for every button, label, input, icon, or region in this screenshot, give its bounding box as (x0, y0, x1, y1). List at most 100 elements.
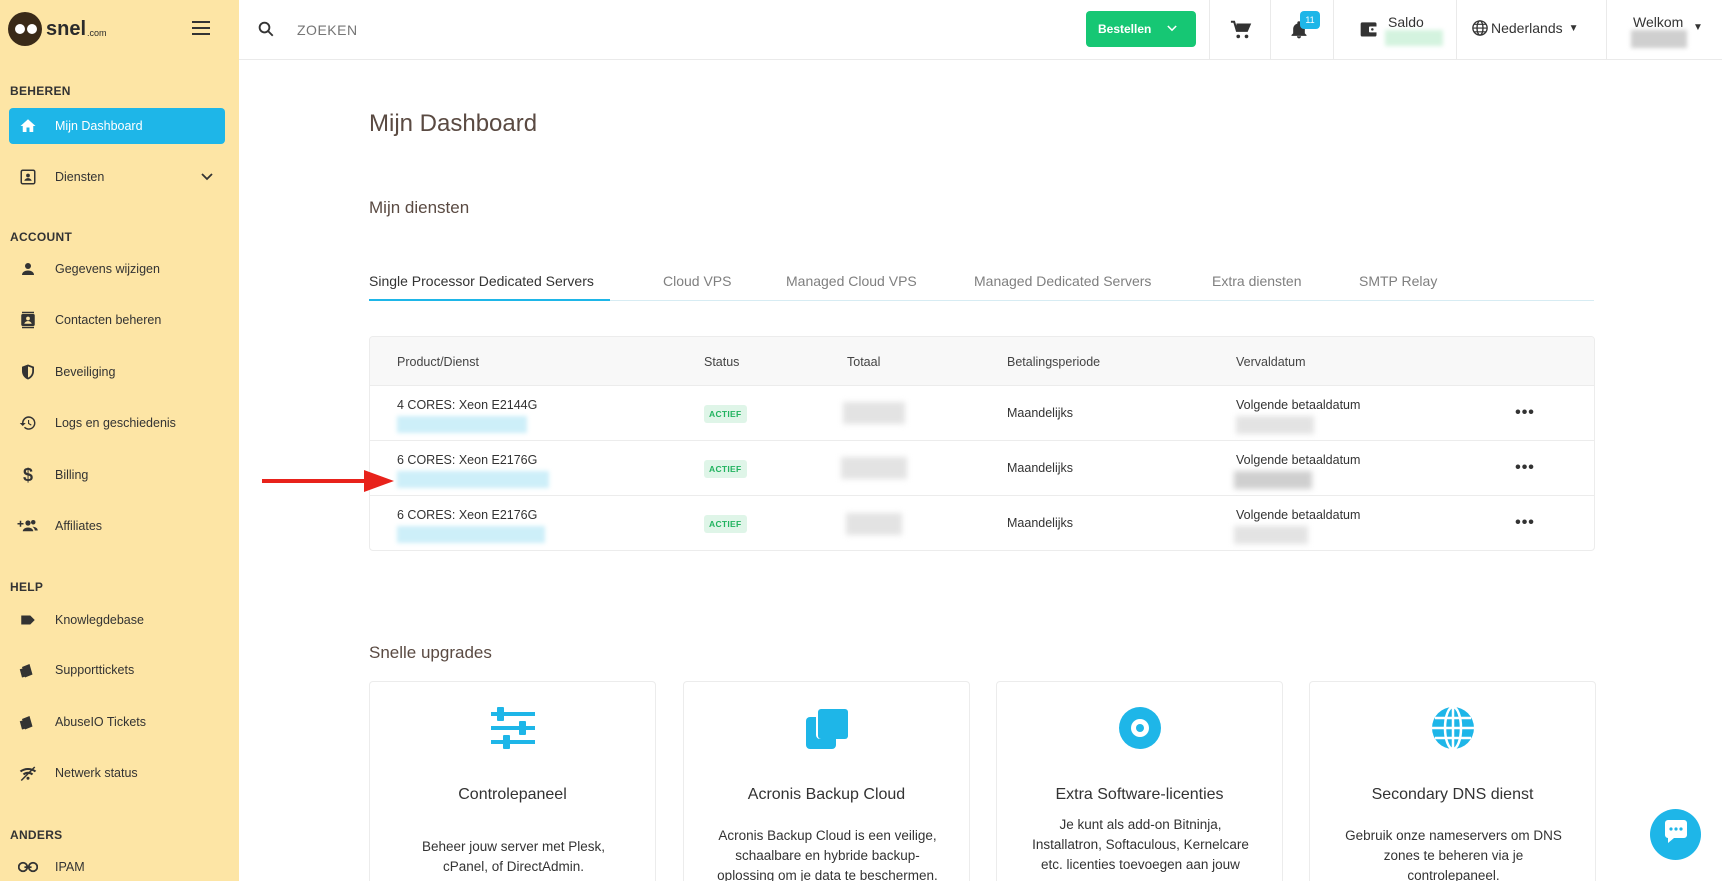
user-menu[interactable]: Welkom (1633, 14, 1683, 30)
label-icon (17, 609, 39, 631)
more-options-icon[interactable]: ••• (1512, 400, 1538, 426)
product-name[interactable]: 6 CORES: Xeon E2176G (397, 508, 537, 522)
card-description: Beheer jouw server met Plesk, (421, 839, 606, 854)
sidebar-item-label: Diensten (55, 170, 105, 184)
red-arrow-annotation (262, 470, 394, 492)
disc-icon (1116, 704, 1164, 752)
column-header: Vervaldatum (1236, 355, 1306, 369)
caret-down-icon: ▼ (1568, 22, 1579, 34)
notification-badge: 11 (1300, 11, 1320, 29)
globe-icon (1471, 19, 1489, 37)
sidebar-item-knowledgebase[interactable]: Knowlegdebase (9, 602, 225, 638)
divider (1270, 0, 1271, 60)
sidebar-item-supporttickets[interactable]: Supporttickets (9, 652, 225, 688)
saldo-label[interactable]: Saldo (1388, 14, 1424, 30)
product-name[interactable]: 4 CORES: Xeon E2144G (397, 398, 537, 412)
dollar-icon: $ (22, 464, 33, 485)
total-redacted (846, 513, 902, 535)
card-description: zones te beheren via je (1383, 848, 1524, 863)
upgrade-card-acronis[interactable]: Acronis Backup Cloud Acronis Backup Clou… (683, 681, 970, 881)
topbar: Bestellen 11 Saldo Nederlands ▼ Welkom ▼ (239, 0, 1722, 60)
services-table: Product/Dienst Status Totaal Betalingspe… (369, 336, 1595, 551)
sidebar-item-gegevens[interactable]: Gegevens wijzigen (9, 251, 225, 287)
divider (1606, 0, 1607, 60)
due-label: Volgende betaaldatum (1236, 398, 1361, 412)
sidebar-item-billing[interactable]: $ Billing (9, 457, 225, 493)
section-title-help: HELP (10, 580, 44, 594)
sidebar-item-abuseio[interactable]: AbuseIO Tickets (9, 704, 225, 740)
card-description: schaalbare en hybride backup- (735, 848, 920, 863)
sidebar-item-label: Mijn Dashboard (55, 119, 143, 133)
brand-name: snel (46, 17, 87, 40)
order-button-label: Bestellen (1098, 22, 1152, 36)
divider (1456, 0, 1457, 60)
sidebar-item-label: Billing (55, 468, 89, 482)
page-title: Mijn Dashboard (369, 110, 538, 137)
menu-toggle-icon[interactable] (192, 21, 210, 35)
sidebar-item-affiliates[interactable]: Affiliates (9, 508, 225, 544)
language-selector[interactable]: Nederlands ▼ (1471, 19, 1579, 37)
table-header: Product/Dienst Status Totaal Betalingspe… (370, 337, 1594, 386)
caret-down-icon[interactable]: ▼ (1693, 22, 1703, 33)
table-row[interactable]: 6 CORES: Xeon E2176G ACTIEF Maandelijks … (370, 496, 1594, 550)
sidebar-item-netwerk[interactable]: Netwerk status (9, 755, 225, 791)
due-date-redacted (1234, 526, 1308, 544)
sidebar-item-logs[interactable]: Logs en geschiedenis (9, 405, 225, 441)
sidebar-item-diensten[interactable]: Diensten (9, 159, 225, 195)
sidebar-item-ipam[interactable]: IPAM (9, 849, 225, 881)
table-row[interactable]: 4 CORES: Xeon E2144G ACTIEF Maandelijks … (370, 386, 1594, 441)
sidebar-item-beveiliging[interactable]: Beveiliging (9, 354, 225, 390)
more-options-icon[interactable]: ••• (1512, 455, 1538, 481)
sidebar-item-label: Gegevens wijzigen (55, 262, 160, 276)
bee-logo-icon (8, 12, 42, 46)
table-row[interactable]: 6 CORES: Xeon E2176G ACTIEF Maandelijks … (370, 441, 1594, 496)
group-add-icon (17, 515, 39, 537)
status-badge: ACTIEF (704, 515, 747, 533)
language-label: Nederlands (1491, 20, 1563, 36)
search-input[interactable] (297, 19, 597, 41)
shield-icon (17, 361, 39, 383)
sidebar-item-label: Affiliates (55, 519, 103, 533)
brand-logo[interactable]: snel .com (8, 12, 107, 46)
product-name[interactable]: 6 CORES: Xeon E2176G (397, 453, 537, 467)
sidebar-item-label: IPAM (55, 860, 85, 874)
tab-smtp-relay[interactable]: SMTP Relay (1359, 273, 1437, 289)
sidebar-item-contacten[interactable]: Contacten beheren (9, 302, 225, 338)
upgrade-card-secondary-dns[interactable]: Secondary DNS dienst Gebruik onze namese… (1309, 681, 1596, 881)
card-description: controlepaneel. (1407, 868, 1500, 881)
chat-button[interactable] (1650, 809, 1701, 860)
sliders-icon (489, 704, 537, 752)
chevron-down-icon[interactable] (201, 170, 213, 184)
order-button[interactable]: Bestellen (1086, 11, 1196, 47)
card-description: etc. licenties toevoegen aan jouw (1041, 857, 1240, 872)
tab-managed-cloud-vps[interactable]: Managed Cloud VPS (786, 273, 917, 289)
sidebar-item-label: Netwerk status (55, 766, 138, 780)
column-header: Betalingsperiode (1007, 355, 1101, 369)
section-title-beheren: BEHEREN (10, 84, 71, 98)
tab-cloud-vps[interactable]: Cloud VPS (663, 273, 731, 289)
sidebar-item-label: Supporttickets (55, 663, 135, 677)
payment-period: Maandelijks (1007, 461, 1074, 475)
wifi-icon (17, 762, 39, 784)
payment-period: Maandelijks (1007, 516, 1074, 530)
tab-managed-dedicated[interactable]: Managed Dedicated Servers (974, 273, 1151, 289)
username-redacted (1631, 30, 1687, 48)
logo-row: snel .com (0, 0, 239, 60)
more-options-icon[interactable]: ••• (1512, 510, 1538, 536)
cart-icon[interactable] (1230, 19, 1252, 41)
tab-extra-diensten[interactable]: Extra diensten (1212, 273, 1302, 289)
upgrade-card-software-licenses[interactable]: Extra Software-licenties Je kunt als add… (996, 681, 1283, 881)
sidebar: snel .com BEHEREN Mijn Dashboard Dienste… (0, 0, 239, 881)
hostname-redacted (397, 416, 527, 433)
sidebar-item-dashboard[interactable]: Mijn Dashboard (9, 108, 225, 144)
due-date-redacted (1234, 471, 1312, 489)
search-icon[interactable] (257, 20, 275, 38)
tab-single-processor[interactable]: Single Processor Dedicated Servers (369, 273, 594, 289)
link-icon (17, 856, 39, 878)
globe-icon (1429, 704, 1477, 752)
services-title: Mijn diensten (369, 198, 470, 217)
status-badge: ACTIEF (704, 405, 747, 423)
card-description: Acronis Backup Cloud is een veilige, (718, 828, 937, 843)
status-badge: ACTIEF (704, 460, 747, 478)
upgrade-card-controlepaneel[interactable]: Controlepaneel Beheer jouw server met Pl… (369, 681, 656, 881)
